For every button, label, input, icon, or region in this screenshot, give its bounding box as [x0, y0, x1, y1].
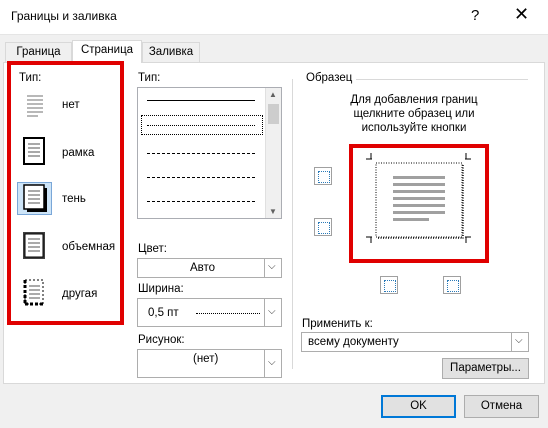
line-style-list[interactable]: ▲ ▼ — [137, 87, 282, 219]
width-dropdown[interactable]: 0,5 пт ⌵ — [137, 298, 282, 327]
setting-none-icon[interactable] — [17, 88, 52, 121]
tab-page-border[interactable]: Страница — [72, 40, 142, 63]
color-value: Авто — [190, 262, 216, 274]
art-value: (нет) — [193, 353, 219, 365]
chevron-down-icon: ⌵ — [268, 357, 276, 368]
chevron-down-icon: ⌵ — [515, 335, 523, 346]
preview-diagram[interactable] — [366, 153, 471, 243]
help-button[interactable]: ? — [471, 7, 479, 24]
setting-custom-icon[interactable] — [17, 276, 52, 309]
width-dropdown-arrow[interactable]: ⌵ — [264, 299, 281, 326]
scroll-down-icon[interactable]: ▼ — [269, 207, 277, 216]
bottom-border-button[interactable] — [314, 218, 332, 236]
preview-hint: Для добавления границ щелкните образец и… — [300, 93, 528, 135]
ok-button[interactable]: OK — [381, 395, 456, 418]
setting-box-icon[interactable] — [17, 135, 52, 168]
setting-3d-label: объемная — [62, 241, 116, 253]
setting-box-label: рамка — [62, 147, 95, 159]
setting-shadow-label: тень — [62, 193, 86, 205]
art-dropdown-arrow[interactable]: ⌵ — [264, 350, 281, 377]
preview-separator — [356, 79, 528, 80]
preview-hint-line: используйте кнопки — [361, 122, 467, 134]
line-style-dash-medium[interactable] — [147, 177, 255, 178]
window-title: Границы и заливка — [11, 9, 117, 23]
color-dropdown[interactable]: Авто ⌵ — [137, 258, 282, 278]
preview-heading: Образец — [306, 72, 353, 84]
color-label: Цвет: — [138, 243, 167, 255]
setting-shadow-icon[interactable] — [17, 182, 52, 215]
width-sample-line — [196, 313, 260, 314]
setting-custom-label: другая — [62, 288, 98, 300]
line-style-dash-small[interactable] — [147, 153, 255, 154]
chevron-down-icon: ⌵ — [268, 306, 276, 317]
tab-shading[interactable]: Заливка — [142, 42, 200, 62]
width-value: 0,5 пт — [148, 307, 179, 319]
cancel-button[interactable]: Отмена — [464, 395, 539, 418]
left-border-button[interactable] — [380, 276, 398, 294]
apply-to-dropdown-arrow[interactable]: ⌵ — [511, 333, 528, 351]
line-style-scrollbar[interactable]: ▲ ▼ — [265, 88, 281, 218]
tab-border[interactable]: Граница — [5, 42, 72, 62]
chevron-down-icon: ⌵ — [268, 261, 276, 272]
line-style-dash-dot[interactable] — [147, 201, 255, 202]
preview-left-separator — [292, 79, 293, 369]
options-button[interactable]: Параметры... — [442, 358, 529, 379]
top-border-button[interactable] — [314, 167, 332, 185]
apply-to-label: Применить к: — [302, 318, 373, 330]
preview-hint-line: Для добавления границ — [350, 94, 478, 106]
setting-heading: Тип: — [19, 72, 42, 84]
right-border-button[interactable] — [443, 276, 461, 294]
line-style-dotted[interactable] — [147, 125, 255, 126]
scroll-thumb[interactable] — [268, 104, 279, 124]
setting-3d-icon[interactable] — [17, 229, 52, 262]
art-dropdown[interactable]: (нет) ⌵ — [137, 349, 282, 378]
preview-hint-line: щелкните образец или — [353, 108, 475, 120]
setting-none-label: нет — [62, 99, 80, 111]
style-heading: Тип: — [138, 72, 161, 84]
line-style-solid[interactable] — [147, 100, 255, 101]
art-label: Рисунок: — [138, 334, 185, 346]
close-button[interactable]: ✕ — [514, 4, 529, 25]
scroll-up-icon[interactable]: ▲ — [269, 90, 277, 99]
width-label: Ширина: — [138, 283, 184, 295]
apply-to-dropdown[interactable]: всему документу ⌵ — [301, 332, 529, 352]
apply-to-value: всему документу — [308, 336, 399, 348]
color-dropdown-arrow[interactable]: ⌵ — [264, 259, 281, 277]
